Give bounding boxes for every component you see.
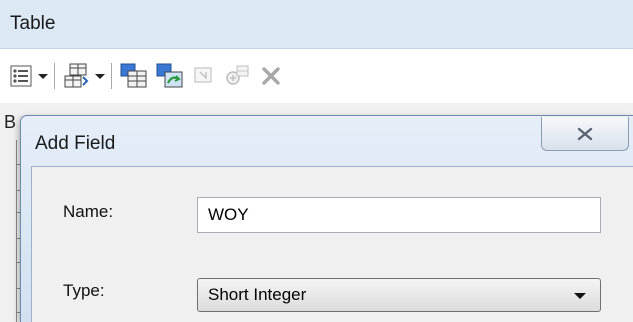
switch-selection-icon [156,63,183,88]
close-icon [577,127,593,140]
chevron-down-icon [38,73,48,79]
screen: Table B Add Field Name: WOY Type: Short … [0,0,633,322]
add-field-dialog: Add Field Name: WOY Type: Short Integer [20,115,633,322]
close-button[interactable] [541,117,629,151]
table-tab-label[interactable]: B [4,112,16,133]
zoom-to-selected-button[interactable] [224,61,250,91]
switch-selection-button[interactable] [156,61,184,91]
type-select-value: Short Integer [208,285,307,304]
chevron-down-icon [95,73,105,79]
table-options-button[interactable] [10,61,48,91]
select-by-attributes-button[interactable] [120,61,148,91]
table-toolbar [0,49,633,103]
table-options-icon [10,65,32,87]
type-label: Type: [63,281,105,300]
toolbar-separator [54,63,55,89]
delete-selected-button[interactable] [260,61,282,91]
table-window-titlebar[interactable]: Table [0,0,633,49]
name-input[interactable]: WOY [197,197,601,233]
clear-selection-icon [194,67,212,83]
zoom-to-selected-icon [226,65,249,85]
related-tables-icon [64,63,89,88]
type-select[interactable]: Short Integer [197,278,601,312]
delete-selected-icon [262,67,280,85]
clear-selection-button[interactable] [192,61,216,91]
toolbar-separator [111,63,112,89]
related-tables-button[interactable] [63,61,105,91]
table-window-title: Table [10,13,56,34]
name-label: Name: [63,202,114,221]
dialog-content: Name: WOY Type: Short Integer [31,166,633,322]
chevron-down-icon [574,293,586,299]
dialog-title: Add Field [35,133,116,154]
select-by-attributes-icon [120,63,147,88]
